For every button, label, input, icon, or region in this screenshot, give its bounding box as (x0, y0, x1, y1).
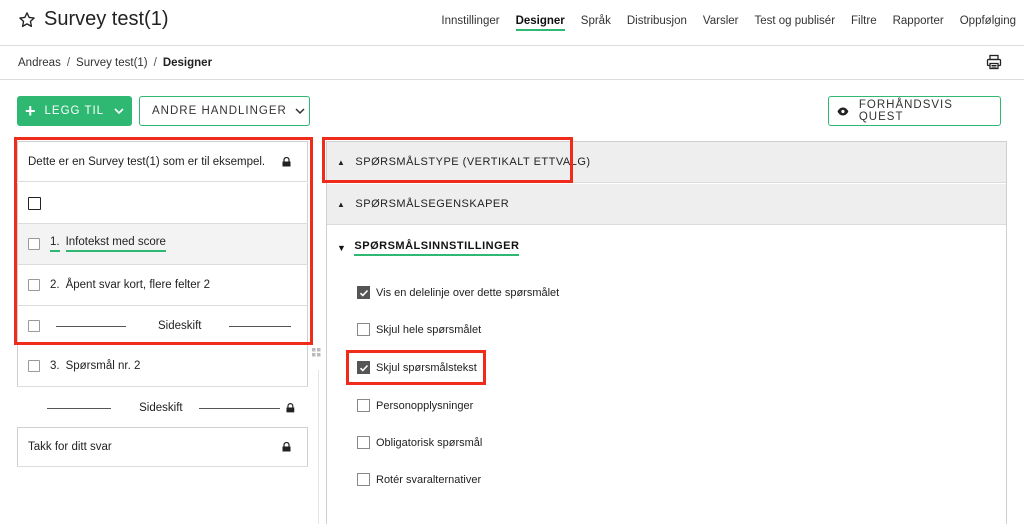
nav-item-designer[interactable]: Designer (515, 15, 565, 31)
accordion-question-settings[interactable]: ▼ SPØRSMÅLSINNSTILLINGER (337, 240, 520, 256)
drag-handle-icon[interactable] (312, 348, 321, 358)
pagebreak-label: Sideskift (139, 402, 183, 414)
question-item[interactable]: 1. Infotekst med score (17, 224, 308, 265)
accordion-question-type-label: SPØRSMÅLSTYPE (VERTIKALT ETTVALG) (355, 156, 591, 168)
star-icon[interactable] (18, 11, 36, 29)
accordion-question-properties[interactable]: ▲ SPØRSMÅLSEGENSKAPER (327, 184, 1006, 225)
panel-divider (318, 370, 319, 524)
option-label: Skjul hele spørsmålet (376, 323, 482, 336)
chevron-down-icon (295, 107, 305, 114)
accordion-question-settings-label: SPØRSMÅLSINNSTILLINGER (354, 240, 520, 256)
option-hide-question[interactable]: Skjul hele spørsmålet (357, 323, 481, 336)
breadcrumb: Andreas / Survey test(1) / Designer (18, 57, 212, 69)
nav-item-varsler[interactable]: Varsler (703, 15, 739, 31)
option-rotate-answers[interactable]: Rotér svaralternativer (357, 473, 481, 486)
checkbox-unchecked[interactable] (357, 436, 370, 449)
pagebreak-locked: Sideskift (47, 401, 295, 415)
pagebreak-line-left (56, 325, 126, 327)
lock-icon (286, 403, 295, 413)
nav-item-rapporter[interactable]: Rapporter (893, 15, 944, 31)
option-label: Personopplysninger (376, 399, 474, 412)
accordion-question-properties-label: SPØRSMÅLSEGENSKAPER (355, 198, 510, 210)
checkbox-unchecked[interactable] (357, 323, 370, 336)
triangle-up-icon: ▲ (337, 157, 346, 167)
option-label: Rotér svaralternativer (376, 473, 482, 486)
question-item[interactable]: 3. Spørsmål nr. 2 (17, 346, 308, 387)
other-actions-button[interactable]: ANDRE HANDLINGER (139, 96, 310, 126)
option-personal-data[interactable]: Personopplysninger (357, 399, 473, 412)
nav-item-oppfolging[interactable]: Oppfølging (960, 15, 1016, 31)
question-number: 1. (50, 236, 60, 252)
breadcrumb-separator: / (66, 57, 71, 69)
breadcrumb-bar: Andreas / Survey test(1) / Designer (0, 46, 1024, 80)
preview-button[interactable]: FORHÅNDSVIS QUEST (828, 96, 1001, 126)
breadcrumb-separator: / (153, 57, 157, 69)
lock-icon (282, 442, 291, 452)
option-label: Vis en delelinje over dette spørsmålet (376, 286, 560, 299)
breadcrumb-item-survey[interactable]: Survey test(1) (76, 57, 148, 69)
pagebreak-line-left (47, 407, 112, 409)
question-number: 3. (50, 360, 60, 372)
breadcrumb-current: Designer (162, 57, 213, 69)
accordion-question-type[interactable]: ▲ SPØRSMÅLSTYPE (VERTIKALT ETTVALG) (327, 142, 1006, 183)
nav-item-filtre[interactable]: Filtre (851, 15, 877, 31)
option-hide-question-text[interactable]: Skjul spørsmålstekst (357, 361, 477, 374)
question-label: Infotekst med score (65, 236, 166, 252)
pagebreak-label: Sideskift (158, 320, 202, 332)
pagebreak-row[interactable]: Sideskift (17, 306, 308, 347)
title-area: Survey test(1) (18, 8, 168, 31)
chevron-down-icon (114, 107, 124, 114)
option-divider-line[interactable]: Vis en delelinje over dette spørsmålet (357, 286, 559, 299)
checkbox-checked[interactable] (357, 286, 370, 299)
main-nav: Innstillinger Designer Språk Distribusjo… (425, 15, 1016, 31)
check-icon (359, 289, 368, 297)
pagebreak-line-right (229, 325, 292, 327)
top-bar: Survey test(1) Innstillinger Designer Sp… (0, 0, 1024, 46)
select-all-row (17, 183, 308, 224)
checkbox-unchecked[interactable] (357, 399, 370, 412)
intro-item[interactable]: Dette er en Survey test(1) som er til ek… (17, 141, 308, 182)
breadcrumb-item-andreas[interactable]: Andreas (18, 57, 61, 69)
checkbox-checked[interactable] (357, 361, 370, 374)
other-actions-label: ANDRE HANDLINGER (152, 105, 287, 117)
add-button[interactable]: + LEGG TIL (17, 96, 132, 126)
page-title: Survey test(1) (44, 8, 169, 30)
question-checkbox[interactable] (28, 279, 40, 291)
end-item[interactable]: Takk for ditt svar (17, 427, 308, 467)
question-label: Spørsmål nr. 2 (65, 360, 141, 372)
end-text: Takk for ditt svar (28, 441, 112, 453)
question-label: Åpent svar kort, flere felter 2 (65, 279, 211, 291)
option-label: Obligatorisk spørsmål (376, 436, 483, 449)
nav-item-distribusjon[interactable]: Distribusjon (627, 15, 687, 31)
question-item[interactable]: 2. Åpent svar kort, flere felter 2 (17, 265, 308, 306)
pagebreak-line-right (198, 407, 281, 409)
plus-icon: + (25, 101, 37, 121)
nav-item-sprak[interactable]: Språk (581, 15, 611, 31)
add-button-label: LEGG TIL (44, 105, 105, 117)
question-number: 2. (50, 279, 60, 291)
question-checkbox[interactable] (28, 360, 40, 372)
question-checkbox[interactable] (28, 238, 40, 250)
print-icon[interactable] (986, 54, 1002, 70)
nav-item-innstillinger[interactable]: Innstillinger (441, 15, 499, 31)
option-label: Skjul spørsmålstekst (376, 361, 477, 374)
checkbox-unchecked[interactable] (357, 473, 370, 486)
option-required[interactable]: Obligatorisk spørsmål (357, 436, 482, 449)
preview-button-label: FORHÅNDSVIS QUEST (858, 99, 953, 123)
pagebreak-checkbox[interactable] (28, 320, 40, 332)
nav-item-test-og-publiser[interactable]: Test og publisér (754, 15, 835, 31)
triangle-down-icon: ▼ (337, 243, 347, 253)
select-all-checkbox[interactable] (28, 196, 41, 210)
check-icon (359, 364, 368, 372)
lock-icon (282, 156, 291, 166)
eye-icon (837, 107, 849, 115)
intro-text: Dette er en Survey test(1) som er til ek… (28, 155, 266, 168)
triangle-up-icon: ▲ (337, 199, 346, 209)
